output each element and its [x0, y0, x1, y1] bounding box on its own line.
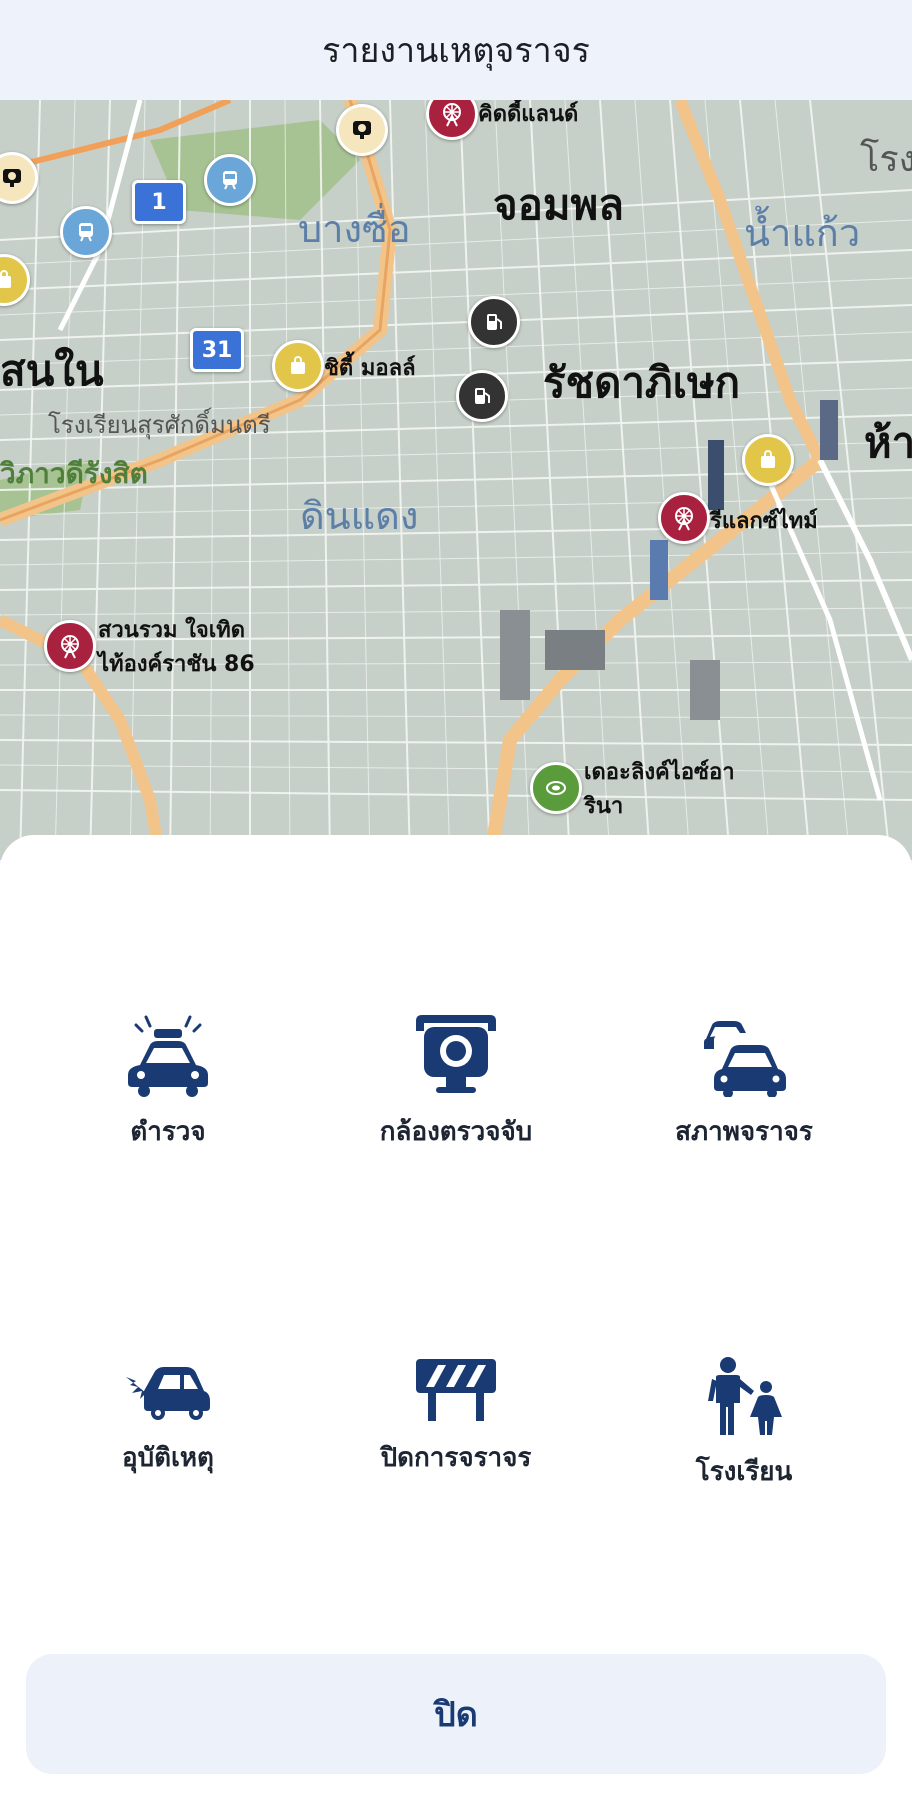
map-label-district: น้ำแก้ว: [744, 211, 861, 255]
page-title: รายงานเหตุจราจร: [322, 31, 590, 71]
shopping-bag-icon: [0, 270, 11, 288]
map-label-place: คิดดี้แลนด์: [478, 102, 579, 127]
map-label-place: ชิตี้ มอลล์: [324, 356, 416, 381]
poi-amusement-pin[interactable]: [658, 492, 710, 544]
poi-train-pin[interactable]: [204, 154, 256, 206]
map-label-district: รัชดาภิเษก: [543, 358, 741, 407]
report-police-button[interactable]: ตำรวจ: [48, 1015, 288, 1152]
report-school-button[interactable]: โรงเรียน: [624, 1355, 864, 1492]
map-label-district: ห้า: [864, 418, 912, 467]
map-label-place: รีแลกซ์ไทม์: [710, 509, 818, 534]
poi-fuel-pin[interactable]: [468, 296, 520, 348]
traffic-jam-icon: [704, 1021, 786, 1097]
close-button[interactable]: ปิด: [26, 1654, 886, 1774]
speed-camera-icon: [353, 121, 371, 139]
report-road-closure-button[interactable]: ปิดการจราจร: [336, 1355, 576, 1478]
action-label: ปิดการจราจร: [380, 1443, 532, 1473]
action-label: กล้องตรวจจับ: [379, 1117, 533, 1147]
map-label-place: เดอะลิงค์ไอซ์อา: [584, 760, 735, 785]
poi-arena-pin[interactable]: [530, 762, 582, 814]
route-shield: 1: [132, 180, 186, 224]
poi-camera-pin[interactable]: [336, 104, 388, 156]
school-children-icon: [708, 1357, 782, 1435]
speed-camera-icon: [3, 169, 21, 187]
fuel-pump-icon: [487, 314, 502, 330]
map-label-district: ดินแดง: [300, 494, 419, 538]
poi-amusement-pin[interactable]: [44, 620, 96, 672]
ferris-wheel-icon: [61, 635, 79, 659]
ferris-wheel-icon: [675, 507, 693, 531]
shopping-bag-icon: [761, 450, 775, 468]
app-header: รายงานเหตุจราจร: [0, 0, 912, 100]
poi-train-pin[interactable]: [60, 206, 112, 258]
map-label-place: ไท้องค์ราชัน 86: [98, 652, 255, 677]
poi-shopping-pin[interactable]: [272, 340, 324, 392]
map-label-place: สวนรวม ใจเทิด: [98, 618, 246, 643]
report-traffic-button[interactable]: สภาพจราจร: [624, 1015, 864, 1152]
police-car-icon: [128, 1015, 208, 1097]
map-label-district: สนใน: [0, 346, 104, 395]
map-label-district: โรง: [860, 139, 912, 180]
ferris-wheel-icon: [443, 103, 461, 127]
shopping-bag-icon: [291, 356, 305, 374]
car-crash-icon: [126, 1367, 210, 1420]
train-icon: [223, 171, 237, 190]
route-shield: 31: [190, 328, 244, 372]
report-accident-button[interactable]: อุบัติเหตุ: [48, 1355, 288, 1478]
action-label: ตำรวจ: [130, 1117, 206, 1147]
train-icon: [79, 223, 93, 242]
action-label: โรงเรียน: [695, 1457, 793, 1487]
map-label-district: จอมพล: [493, 180, 624, 229]
road-closure-icon: [416, 1359, 496, 1421]
poi-shopping-pin[interactable]: [742, 434, 794, 486]
poi-fuel-pin[interactable]: [456, 370, 508, 422]
map-label-district: บางซื่อ: [298, 207, 411, 251]
fuel-pump-icon: [475, 388, 490, 404]
map-label-road: วิภาวดีรังสิต: [0, 457, 148, 490]
report-camera-button[interactable]: กล้องตรวจจับ: [336, 1015, 576, 1152]
map-view[interactable]: จอมพล รัชดาภิเษก บางซื่อ น้ำแก้ว ดินแดง …: [0, 100, 912, 860]
report-bottom-sheet: ตำรวจ กล้องตรวจจับ สภาพจราจร อุบัติเหตุ …: [0, 835, 912, 1796]
action-label: สภาพจราจร: [675, 1117, 813, 1147]
map-label-place: รินา: [584, 794, 624, 819]
action-label: อุบัติเหตุ: [122, 1443, 214, 1473]
speed-camera-icon: [416, 1015, 496, 1093]
map-label-place: โรงเรียนสุรศักดิ์มนตรี: [48, 411, 271, 439]
stadium-icon: [546, 781, 566, 795]
